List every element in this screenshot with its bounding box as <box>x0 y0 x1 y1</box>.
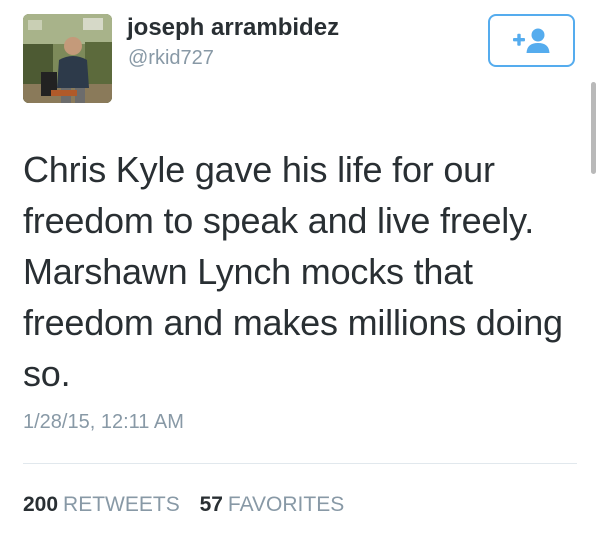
retweets-count: 200 <box>23 493 59 516</box>
favorites-stat[interactable]: 57 FAVORITES <box>200 493 345 516</box>
tweet-timestamp: 1/28/15, 12:11 AM <box>23 411 184 433</box>
retweets-stat[interactable]: 200 RETWEETS <box>23 493 180 516</box>
add-user-icon <box>512 28 549 53</box>
follow-button[interactable] <box>488 14 575 67</box>
avatar[interactable] <box>23 14 112 103</box>
scrollbar[interactable] <box>591 82 596 174</box>
user-handle[interactable]: @rkid727 <box>128 47 214 70</box>
display-name[interactable]: joseph arrambidez <box>127 14 339 42</box>
tweet-text: Chris Kyle gave his life for our freedom… <box>23 149 563 394</box>
avatar-photo <box>23 14 112 103</box>
favorites-count: 57 <box>199 493 223 516</box>
tweet-detail: joseph arrambidez @rkid727 Chris Kyle ga… <box>0 0 600 535</box>
favorites-label: FAVORITES <box>227 493 345 516</box>
retweets-label: RETWEETS <box>63 493 180 516</box>
tweet-stats: 200 RETWEETS 57 FAVORITES <box>23 493 358 517</box>
divider <box>23 463 577 464</box>
